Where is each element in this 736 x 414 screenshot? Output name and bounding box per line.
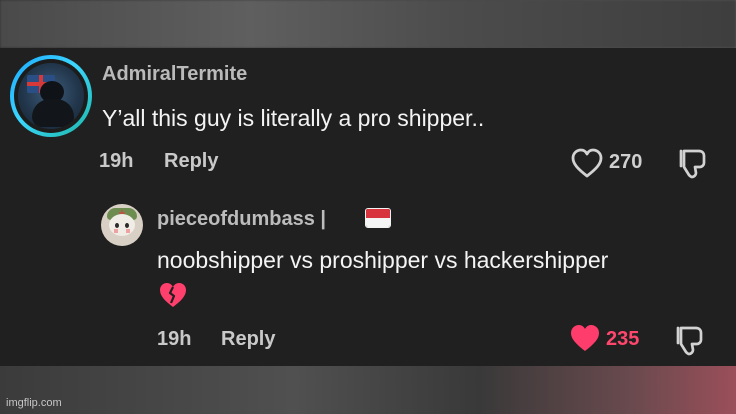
reply-comment-reply-button[interactable]: Reply — [221, 329, 275, 349]
heart-outline-icon[interactable] — [570, 148, 604, 178]
reply-comment-text: noobshipper vs proshipper vs hackershipp… — [157, 247, 609, 273]
indonesia-flag-icon — [365, 208, 391, 228]
blurred-bottom-background — [0, 366, 736, 414]
heart-filled-icon[interactable] — [568, 323, 602, 353]
avatar-body-shape — [32, 99, 74, 127]
screenshot-stage: AdmiralTermite Y’all this guy is literal… — [0, 0, 736, 414]
reply-comment-avatar[interactable] — [101, 204, 143, 246]
thumbs-down-icon[interactable] — [674, 322, 708, 356]
thumbs-down-icon[interactable] — [677, 145, 711, 179]
imgflip-watermark: imgflip.com — [6, 397, 62, 409]
flag-bottom-stripe — [366, 218, 390, 227]
main-comment-username[interactable]: AdmiralTermite — [102, 64, 247, 84]
blurred-top-background — [0, 0, 736, 48]
anime-cheek-icon — [112, 229, 132, 233]
reply-comment-username[interactable]: pieceofdumbass | — [157, 209, 326, 229]
reply-comment-like-count: 235 — [606, 328, 640, 350]
broken-heart-icon — [160, 283, 186, 307]
main-comment-avatar-inner — [14, 59, 88, 133]
main-comment-time: 19h — [99, 150, 134, 172]
main-comment-avatar[interactable] — [10, 55, 92, 137]
reply-comment-time: 19h — [157, 328, 192, 350]
flag-top-stripe — [366, 209, 390, 218]
main-comment-like-count: 270 — [609, 151, 643, 173]
main-comment-text: Y’all this guy is literally a pro shippe… — [102, 105, 485, 131]
main-comment-reply-button[interactable]: Reply — [164, 151, 218, 171]
soldier-avatar-icon — [18, 63, 84, 129]
